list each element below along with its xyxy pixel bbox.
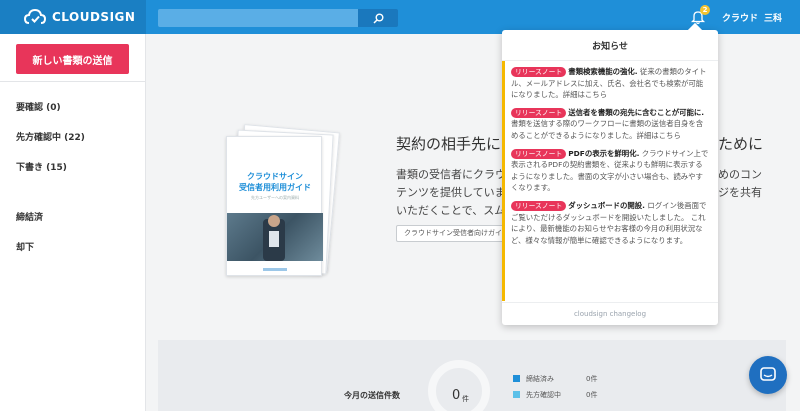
main-body-line-2: テンツを提供していま [396,186,506,199]
main-body-line-1-tail: めのコン [718,168,762,181]
notification-body: 書類を送信する際のワークフローに書類の送信者自身を含めることができるようになりま… [511,119,704,140]
recipient-guide-booklet[interactable]: クラウドサイン 受信者用利用ガイド 先方ユーザーへの案内資料 [226,124,340,278]
sidebar-item-awaiting-counterparty[interactable]: 先方確認中 (22) [16,130,85,143]
search-icon [372,13,383,24]
booklet-logo-mark [263,268,287,271]
notification-headline: ダッシュボードの開設. [568,200,645,210]
legend-count-awaiting: 0件 [586,391,598,399]
notification-badge: 2 [700,5,710,15]
stats-count: 0 [452,388,461,403]
sidebar-item-needs-review[interactable]: 要確認 (0) [16,100,61,113]
recipient-guide-button[interactable]: クラウドサイン受信者向けガイド [396,225,504,242]
user-menu-first[interactable]: クラウド [722,11,758,24]
notification-item[interactable]: リリースノート 送信者を書類の宛先に含むことが可能に. 書類を送信する際のワークフ… [511,107,709,142]
release-note-tag: リリースノート [511,67,567,77]
popover-accent-bar [502,61,505,301]
sidebar-item-rejected[interactable]: 却下 [16,240,34,253]
notification-item[interactable]: リリースノート 書類検索機能の強化. 従来の書類のタイトル、メールアドレスに加え、… [511,66,709,101]
search-bar [158,9,398,27]
notifications-title: お知らせ [592,42,628,52]
notification-headline: PDFの表示を鮮明化. [568,148,640,158]
booklet-title-line2: 受信者用利用ガイド [239,183,311,192]
sidebar-item-concluded[interactable]: 締結済 [16,210,43,223]
notification-headline: 書類検索機能の強化. [568,67,638,76]
notifications-list: リリースノート 書類検索機能の強化. 従来の書類のタイトル、メールアドレスに加え、… [511,66,709,252]
main-heading: 契約の相手先に [396,135,502,153]
main-body-line-3: いただくことで、スムー [396,204,517,217]
stats-count-unit: 件 [462,395,469,403]
cloud-logo-icon [23,8,47,25]
new-document-send-button[interactable]: 新しい書類の送信 [16,44,129,74]
booklet-photo [227,213,323,261]
search-input[interactable] [158,9,358,27]
booklet-cover: クラウドサイン 受信者用利用ガイド 先方ユーザーへの案内資料 [226,136,323,276]
legend-label-awaiting: 先方確認中 [526,391,561,399]
release-note-tag: リリースノート [511,148,567,159]
sidebar-divider [0,81,146,82]
search-button[interactable] [358,9,398,27]
popover-footer-divider [502,302,718,303]
user-menu-last[interactable]: 三科 [764,11,782,24]
legend-count-concluded: 0件 [586,375,598,383]
logo[interactable]: CLOUDSIGN [0,0,146,34]
notification-headline: 送信者を書類の宛先に含むことが可能に. [568,107,705,117]
stats-title: 今月の送信件数 [344,391,400,400]
notification-item[interactable]: リリースノート ダッシュボードの開設. ログイン後画面でご覧いただけるダッシュボー… [511,200,709,246]
popover-divider [502,60,718,61]
legend-swatch-concluded [513,375,520,382]
sidebar-item-drafts[interactable]: 下書き (15) [16,160,67,173]
booklet-title-line1: クラウドサイン [247,172,303,181]
booklet-subtitle: 先方ユーザーへの案内資料 [251,195,299,200]
release-note-tag: リリースノート [511,200,567,211]
main-heading-tail: ために [718,135,764,153]
support-chat-button[interactable] [749,356,787,394]
main-body-line-1: 書類の受信者にクラウ [396,168,506,181]
changelog-link[interactable]: cloudsign changelog [502,310,718,318]
chat-icon [760,367,776,381]
legend-swatch-awaiting [513,391,520,398]
release-note-tag: リリースノート [511,107,567,118]
main-body-line-2-tail: ジを共有 [718,186,762,199]
notification-item[interactable]: リリースノート PDFの表示を鮮明化. クラウドサイン上で表示されるPDFの契約書… [511,148,709,194]
sidebar: 新しい書類の送信 要確認 (0) 先方確認中 (22) 下書き (15) 締結済… [0,34,146,411]
legend-label-concluded: 締結済み [526,375,554,383]
logo-text: CLOUDSIGN [52,10,136,24]
